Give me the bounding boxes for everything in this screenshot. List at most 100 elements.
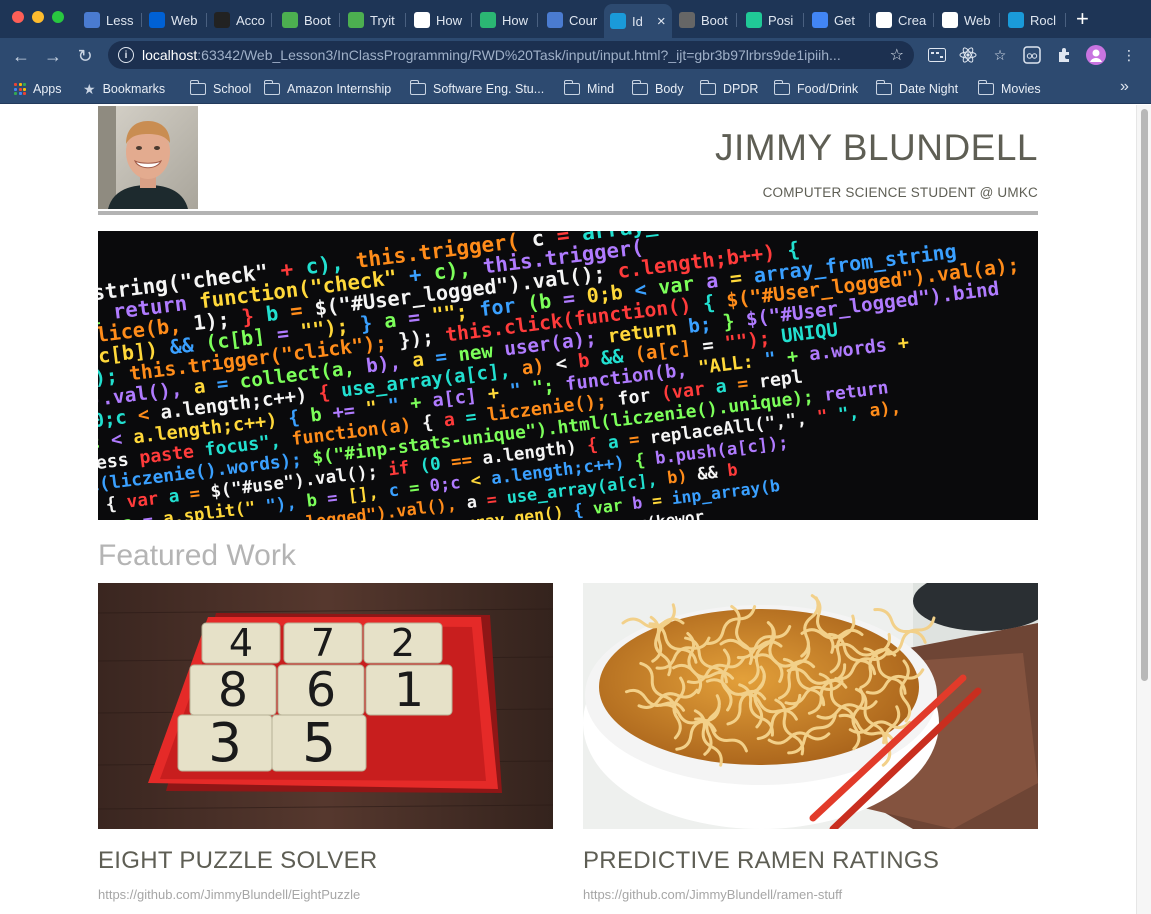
tab-separator bbox=[471, 13, 472, 27]
tab-13[interactable]: Web bbox=[936, 6, 1000, 34]
dark-favicon-icon bbox=[214, 12, 230, 28]
url-path: :63342/Web_Lesson3/InClassProgramming/RW… bbox=[197, 47, 841, 63]
bookmark-folder-5[interactable]: DPDR bbox=[699, 79, 759, 99]
close-window-button[interactable] bbox=[12, 11, 24, 23]
tab-label: How bbox=[436, 12, 463, 28]
tab-separator bbox=[999, 13, 1000, 27]
url-host: localhost bbox=[142, 47, 198, 63]
project-title: EIGHT PUZZLE SOLVER bbox=[98, 847, 378, 874]
hero-code-image: om_string("check" + c), this.trigger( c … bbox=[98, 231, 1038, 520]
tab-9[interactable]: Boot bbox=[673, 6, 737, 34]
zoom-window-button[interactable] bbox=[52, 11, 64, 23]
tab-12[interactable]: Crea bbox=[870, 6, 934, 34]
bookmark-label: Movies bbox=[1001, 82, 1041, 96]
webstorm-favicon-icon bbox=[610, 13, 626, 29]
eight-puzzle-image: 4 7 2 8 6 1 35 bbox=[98, 583, 553, 829]
tab-label: Tryit bbox=[370, 12, 395, 28]
tab-label: Boot bbox=[304, 12, 331, 28]
page-viewport: JIMMY BLUNDELL COMPUTER SCIENCE STUDENT … bbox=[0, 105, 1151, 914]
bookmark-folder-2[interactable]: Software Eng. Stu... bbox=[409, 79, 544, 99]
project-card-ramen: PREDICTIVE RAMEN RATINGS https://github.… bbox=[583, 583, 1038, 902]
react-devtools-icon[interactable] bbox=[958, 45, 978, 65]
site-info-icon[interactable]: i bbox=[118, 47, 134, 63]
puzzle-tile-number: 2 bbox=[391, 621, 415, 665]
tab-label: Id bbox=[632, 13, 643, 29]
bookmark-folder-0[interactable]: School bbox=[189, 79, 251, 99]
ramen-bowl-image bbox=[583, 583, 1038, 829]
w3-favicon-icon bbox=[282, 12, 298, 28]
tab-8[interactable]: Id × bbox=[604, 4, 672, 38]
profile-avatar-icon[interactable] bbox=[1086, 45, 1106, 65]
tab-6[interactable]: How bbox=[474, 6, 538, 34]
bookmark-label: Amazon Internship bbox=[287, 82, 392, 96]
scrollbar-thumb[interactable] bbox=[1141, 109, 1148, 681]
tab-1[interactable]: Web bbox=[143, 6, 207, 34]
bookmark-star-icon[interactable]: ☆ bbox=[890, 45, 904, 65]
play-favicon-icon bbox=[746, 12, 762, 28]
folder-icon bbox=[409, 80, 426, 95]
bookmark-label: Date Night bbox=[899, 82, 959, 96]
project-link[interactable]: https://github.com/JimmyBlundell/EightPu… bbox=[98, 887, 360, 902]
apps-grid-icon bbox=[14, 83, 26, 95]
tab-label: Web bbox=[964, 12, 991, 28]
tab-4[interactable]: Tryit bbox=[342, 6, 406, 34]
close-tab-icon[interactable]: × bbox=[657, 13, 666, 30]
page-title: JIMMY BLUNDELL bbox=[715, 127, 1038, 168]
bookmark-folder-3[interactable]: Mind bbox=[563, 79, 614, 99]
page-subtitle: COMPUTER SCIENCE STUDENT @ UMKC bbox=[762, 185, 1038, 200]
puzzle-piece-icon[interactable] bbox=[1054, 45, 1074, 65]
tab-strip: Less Web Acco Boot Tryit How How Cour Id × Boot Pos… bbox=[0, 0, 1151, 38]
address-bar[interactable]: i localhost:63342/Web_Lesson3/InClassPro… bbox=[108, 41, 914, 69]
tab-7[interactable]: Cour bbox=[541, 6, 605, 34]
tab-5[interactable]: How bbox=[408, 6, 472, 34]
project-link[interactable]: https://github.com/JimmyBlundell/ramen-s… bbox=[583, 887, 842, 902]
folder-icon bbox=[189, 80, 206, 95]
url-text[interactable]: localhost:63342/Web_Lesson3/InClassProgr… bbox=[142, 47, 882, 63]
forward-arrow-icon[interactable]: → bbox=[42, 45, 64, 67]
header-divider bbox=[98, 211, 1038, 215]
hex-favicon-icon bbox=[480, 12, 496, 28]
tab-separator bbox=[537, 13, 538, 27]
chart-favicon-icon bbox=[84, 12, 100, 28]
tab-14[interactable]: Rocl bbox=[1002, 6, 1066, 34]
code-favicon-icon bbox=[812, 12, 828, 28]
page-scrollbar[interactable] bbox=[1136, 105, 1151, 914]
new-tab-button[interactable]: + bbox=[1076, 8, 1089, 30]
bookmark-folder-8[interactable]: Movies bbox=[977, 79, 1041, 99]
more-menu-icon[interactable]: ⋮ bbox=[1119, 45, 1139, 65]
tab-2[interactable]: Acco bbox=[208, 6, 272, 34]
tab-10[interactable]: Posi bbox=[740, 6, 804, 34]
folder-icon bbox=[263, 80, 280, 95]
bookmarks-overflow-icon[interactable]: » bbox=[1120, 78, 1129, 96]
chart-favicon-icon bbox=[547, 12, 563, 28]
reader-extension-icon[interactable] bbox=[1022, 45, 1042, 65]
project-card-eight-puzzle: 4 7 2 8 6 1 35 EIGHT PUZZLE SOLVER https://git… bbox=[98, 583, 553, 902]
tab-label: Crea bbox=[898, 12, 927, 28]
folder-icon bbox=[875, 80, 892, 95]
minimize-window-button[interactable] bbox=[32, 11, 44, 23]
bookmark-folder-1[interactable]: Amazon Internship bbox=[263, 79, 392, 99]
bookmark-bookmarks[interactable]: ★ Bookmarks bbox=[83, 79, 165, 99]
bookmark-folder-6[interactable]: Food/Drink bbox=[773, 79, 858, 99]
tab-separator bbox=[405, 13, 406, 27]
back-arrow-icon[interactable]: ← bbox=[10, 45, 32, 67]
tab-0[interactable]: Less bbox=[78, 6, 142, 34]
puzzle-tile-number: 1 bbox=[394, 663, 424, 718]
star-extension-icon[interactable]: ☆ bbox=[990, 45, 1010, 65]
bookmark-label: Bookmarks bbox=[102, 82, 166, 96]
tab-11[interactable]: Get bbox=[806, 6, 870, 34]
bookmark-apps[interactable]: Apps bbox=[14, 79, 62, 99]
bookmark-folder-4[interactable]: Body bbox=[631, 79, 684, 99]
tab-3[interactable]: Boot bbox=[276, 6, 340, 34]
tab-label: Less bbox=[106, 12, 134, 28]
tab-separator bbox=[206, 13, 207, 27]
tab-label: Rocl bbox=[1030, 12, 1057, 28]
bookmark-label: DPDR bbox=[723, 82, 759, 96]
extension-icon[interactable] bbox=[927, 45, 947, 65]
reload-icon[interactable]: ↻ bbox=[74, 45, 96, 67]
github-favicon-icon bbox=[942, 12, 958, 28]
tab-label: Web bbox=[171, 12, 198, 28]
bookmark-folder-7[interactable]: Date Night bbox=[875, 79, 959, 99]
folder-icon bbox=[563, 80, 580, 95]
puzzle-tile-number: 5 bbox=[302, 712, 336, 774]
